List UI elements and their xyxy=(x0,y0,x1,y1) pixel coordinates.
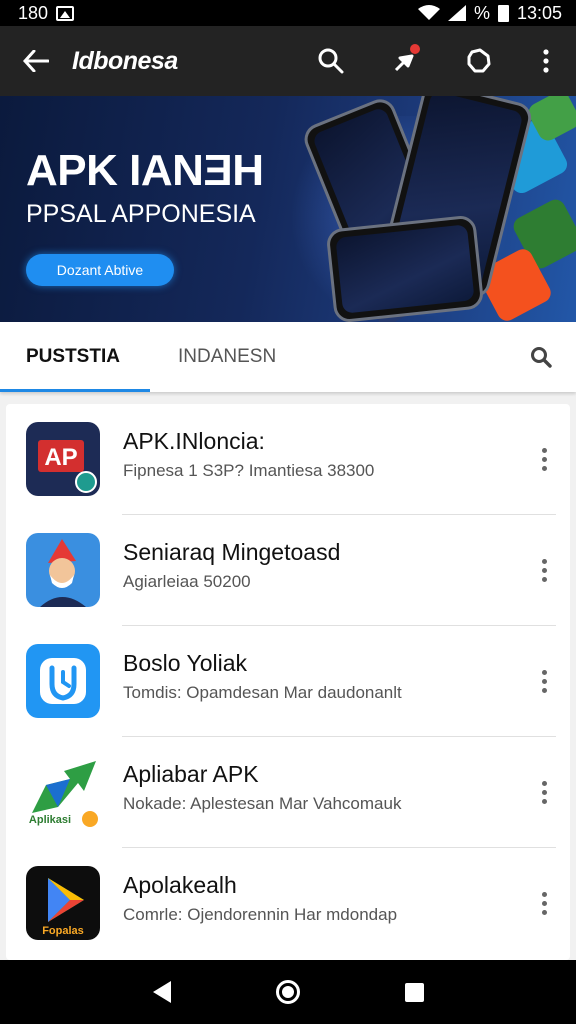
nav-home-icon[interactable] xyxy=(275,980,300,1004)
more-vert-icon[interactable] xyxy=(530,659,558,703)
green-arrow-icon: Aplikasi xyxy=(26,755,100,829)
app-title: Apolakealh xyxy=(123,872,237,898)
app-subtitle: Tomdis: Opamdesan Mar daudonanlt xyxy=(123,683,402,702)
status-time: 13:05 xyxy=(516,2,562,23)
list-item[interactable]: Seniaraq Mingetoasd Agiarleiaa 50200 xyxy=(6,515,570,626)
icon-caption: Aplikasi xyxy=(29,814,71,826)
apk-logo-icon: AP xyxy=(26,422,100,496)
signal-icon xyxy=(447,5,466,21)
app-subtitle: Nokade: Aplestesan Mar Vahcomauk xyxy=(123,794,402,813)
app-title: Idbonesa xyxy=(72,46,178,75)
app-subtitle: Fipnesa 1 S3P? Imantiesa 38300 xyxy=(123,461,375,480)
wifi-icon xyxy=(417,5,440,20)
app-title: APK.INloncia: xyxy=(123,428,265,454)
app-title: Boslo Yoliak xyxy=(123,650,248,676)
list-item[interactable]: Fopalas Apolakealh Comrle: Ojendorennin … xyxy=(6,848,570,959)
app-title: Seniaraq Mingetoasd xyxy=(123,539,341,565)
tab-bar: PUSTSTIA INDANESN xyxy=(0,322,576,392)
more-vert-icon[interactable] xyxy=(530,437,558,481)
tab-poptular[interactable]: PUSTSTIA xyxy=(0,322,150,392)
gnome-character-icon xyxy=(26,533,100,607)
banner-phone-image xyxy=(325,214,485,322)
battery-icon xyxy=(497,4,509,22)
app-bar: Idbonesa xyxy=(0,26,576,96)
nav-recents-icon[interactable] xyxy=(404,982,424,1002)
promo-banner[interactable]: APK IANƎH PPSAL APPONESIA Dozant Abtive xyxy=(0,96,576,322)
refresh-icon[interactable] xyxy=(442,26,516,96)
search-icon[interactable] xyxy=(294,26,368,96)
app-title: Apliabar APK xyxy=(123,761,259,787)
icon-caption: Fopalas xyxy=(42,925,84,937)
app-subtitle: Comrle: Ojendorennin Har mdondap xyxy=(123,905,398,924)
app-subtitle: Agiarleiaa 50200 xyxy=(123,572,251,591)
more-vert-icon[interactable] xyxy=(530,548,558,592)
play-triangle-icon: Fopalas xyxy=(26,866,100,940)
notification-icon[interactable] xyxy=(368,26,442,96)
tab-search-icon[interactable] xyxy=(506,322,576,392)
more-vert-icon[interactable] xyxy=(530,770,558,814)
banner-cta-button[interactable]: Dozant Abtive xyxy=(26,254,174,286)
image-notification-icon xyxy=(56,5,75,21)
shield-clock-icon xyxy=(26,644,100,718)
more-vert-icon[interactable] xyxy=(516,26,576,96)
notification-badge xyxy=(410,44,420,54)
banner-subheadline: PPSAL APPONESIA xyxy=(26,200,256,228)
status-left-text: 180 xyxy=(18,2,49,23)
apk-logo-text: AP xyxy=(44,444,77,471)
system-nav-bar xyxy=(0,960,576,1024)
tab-indonesia[interactable]: INDANESN xyxy=(150,322,506,392)
nav-back-icon[interactable] xyxy=(152,981,171,1003)
app-list: AP APK.INloncia: Fipnesa 1 S3P? Imanties… xyxy=(6,404,570,960)
back-arrow-icon[interactable] xyxy=(0,26,72,96)
more-vert-icon[interactable] xyxy=(530,881,558,925)
battery-text: % xyxy=(473,2,490,23)
status-bar: 180 % 13:05 xyxy=(0,0,576,26)
list-item[interactable]: Boslo Yoliak Tomdis: Opamdesan Mar daudo… xyxy=(6,626,570,737)
banner-headline: APK IANƎH xyxy=(26,146,264,195)
list-item[interactable]: AP APK.INloncia: Fipnesa 1 S3P? Imanties… xyxy=(6,404,570,515)
list-item[interactable]: Aplikasi Apliabar APK Nokade: Aplestesan… xyxy=(6,737,570,848)
